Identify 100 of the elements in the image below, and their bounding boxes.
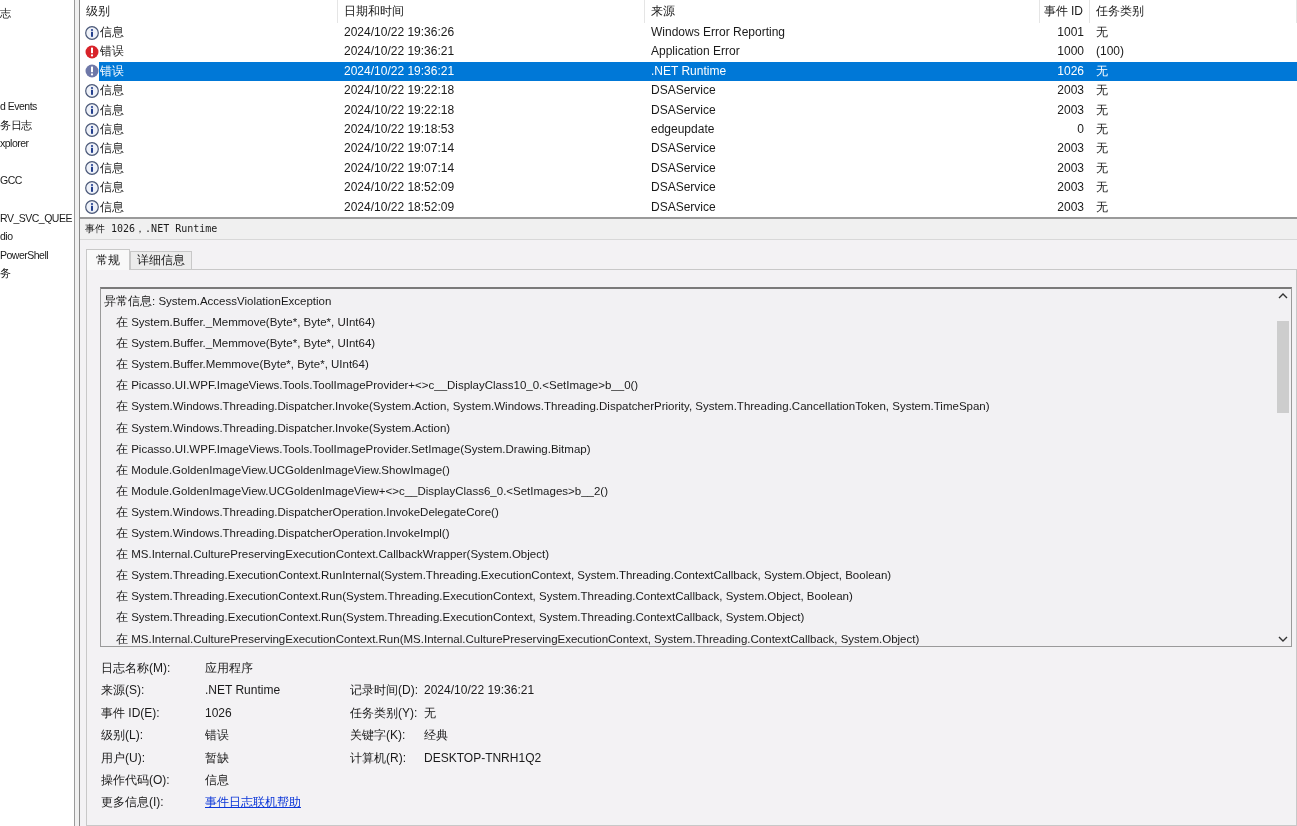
source-cell[interactable]: Application Error	[645, 42, 1040, 62]
date-cell[interactable]: 2024/10/22 19:18:53	[338, 119, 645, 140]
level-cell[interactable]: 信息	[80, 178, 338, 198]
task-cell[interactable]: 无	[1090, 119, 1297, 140]
tree-item[interactable]: 务日志	[0, 115, 32, 135]
description-line: 在 MS.Internal.CulturePreservingExecutionContext.Run(MS.Internal.CulturePreservingExecutionContext, System.Threading.ContextCallback, System.Object)	[115, 631, 921, 646]
column-header[interactable]: 级别	[80, 0, 338, 23]
date-cell[interactable]: 2024/10/22 19:36:21	[338, 61, 645, 82]
description-line: 在 System.Buffer._Memmove(Byte*, Byte*, UInt64)	[115, 315, 377, 331]
field-label: 事件 ID(E):	[101, 704, 161, 722]
source-cell[interactable]: DSAService	[645, 139, 1040, 159]
field-label: 更多信息(I):	[101, 794, 165, 812]
field-value: 应用程序	[205, 660, 254, 677]
task-cell[interactable]: 无	[1090, 197, 1297, 217]
event-id-cell[interactable]: 2003	[1040, 81, 1090, 101]
field-label: 日志名称(M):	[101, 660, 172, 677]
level-cell[interactable]: 信息	[80, 119, 338, 140]
help-link[interactable]: 事件日志联机帮助	[205, 793, 350, 812]
field-value: 2024/10/22 19:36:21	[424, 682, 536, 700]
event-id-cell[interactable]: 2003	[1040, 158, 1090, 179]
tree-item[interactable]: dio	[0, 227, 13, 247]
info-icon	[85, 200, 99, 215]
event-id-cell[interactable]: 2003	[1040, 100, 1090, 120]
field-value: 1026	[205, 704, 233, 722]
info-icon	[85, 25, 99, 40]
level-cell[interactable]: 信息	[80, 197, 338, 217]
level-cell[interactable]: 信息	[80, 100, 338, 120]
task-cell[interactable]: 无	[1090, 158, 1297, 179]
source-cell[interactable]: .NET Runtime	[645, 61, 1040, 82]
task-cell[interactable]: 无	[1090, 178, 1297, 198]
description-line: 在 System.Windows.Threading.DispatcherOperation.InvokeImpl()	[115, 526, 451, 542]
event-id-cell[interactable]: 2003	[1040, 139, 1090, 159]
level-cell[interactable]: 信息	[80, 158, 338, 179]
source-cell[interactable]: edgeupdate	[645, 119, 1040, 140]
task-cell[interactable]: 无	[1090, 23, 1297, 43]
tab[interactable]: 常规	[86, 249, 130, 270]
source-cell[interactable]: DSAService	[645, 100, 1040, 120]
tree-item[interactable]: RV_SVC_QUEE	[0, 208, 72, 228]
column-header[interactable]: 任务类别	[1090, 0, 1297, 23]
info-icon	[85, 103, 99, 118]
task-cell[interactable]: 无	[1090, 61, 1297, 82]
date-cell[interactable]: 2024/10/22 18:52:09	[338, 178, 645, 198]
column-header[interactable]: 日期和时间	[338, 0, 645, 23]
event-title: 事件 1026，.NET Runtime	[80, 219, 1297, 240]
level-cell[interactable]: 信息	[80, 81, 338, 101]
tab[interactable]: 详细信息	[130, 251, 192, 269]
source-cell[interactable]: DSAService	[645, 197, 1040, 217]
date-cell[interactable]: 2024/10/22 19:36:26	[338, 23, 645, 43]
description-line: 在 System.Threading.ExecutionContext.Run(System.Threading.ExecutionContext, System.Threading.ContextCallback, System.Object)	[115, 610, 806, 626]
tree-item[interactable]: PowerShell	[0, 245, 49, 265]
description-line: 在 System.Threading.ExecutionContext.Run(System.Threading.ExecutionContext, System.Threading.ContextCallback, System.Object, Boolean)	[115, 589, 854, 605]
source-cell[interactable]: DSAService	[645, 158, 1040, 179]
date-cell[interactable]: 2024/10/22 19:22:18	[338, 100, 645, 120]
task-cell[interactable]: 无	[1090, 100, 1297, 120]
date-cell[interactable]: 2024/10/22 19:07:14	[338, 139, 645, 159]
tree-item[interactable]: GCC	[0, 171, 22, 191]
event-id-cell[interactable]: 1026	[1040, 61, 1090, 82]
task-cell[interactable]: 无	[1090, 139, 1297, 159]
level-cell[interactable]: 信息	[80, 139, 338, 159]
field-value: 经典	[424, 727, 449, 745]
description-box[interactable]	[100, 287, 1292, 647]
error-icon	[85, 45, 99, 60]
date-cell[interactable]: 2024/10/22 19:07:14	[338, 158, 645, 179]
description-line: 在 System.Windows.Threading.Dispatcher.Invoke(System.Action, System.Windows.Threading.DispatcherPriority, System.Threading.CancellationToken, System.TimeSpan)	[115, 399, 991, 415]
description-line: 在 System.Windows.Threading.DispatcherOperation.InvokeDelegateCore()	[115, 504, 500, 520]
date-cell[interactable]: 2024/10/22 18:52:09	[338, 197, 645, 217]
column-header[interactable]: 事件 ID	[1040, 0, 1090, 23]
date-cell[interactable]: 2024/10/22 19:36:21	[338, 42, 645, 62]
tree-item[interactable]: 务	[0, 264, 11, 284]
description-line: 在 Picasso.UI.WPF.ImageViews.Tools.ToolImageProvider.SetImage(System.Drawing.Bitmap)	[115, 441, 592, 457]
event-id-cell[interactable]: 1001	[1040, 23, 1090, 43]
tree-item[interactable]: 志	[0, 4, 11, 23]
tree-item[interactable]: d Events	[0, 97, 37, 116]
source-cell[interactable]: DSAService	[645, 178, 1040, 198]
event-id-cell[interactable]: 2003	[1040, 197, 1090, 217]
description-line: 异常信息: System.AccessViolationException	[104, 294, 333, 309]
description-line: 在 Picasso.UI.WPF.ImageViews.Tools.ToolImageProvider+<>c__DisplayClass10_0.<SetImage>b__0()	[115, 378, 640, 394]
column-header[interactable]: 来源	[645, 0, 1040, 23]
source-cell[interactable]: DSAService	[645, 81, 1040, 101]
level-cell[interactable]: 信息	[80, 23, 338, 43]
info-icon	[85, 122, 99, 137]
tree-item[interactable]: xplorer	[0, 134, 29, 154]
source-cell[interactable]: Windows Error Reporting	[645, 23, 1040, 43]
event-id-cell[interactable]: 1000	[1040, 42, 1090, 62]
field-label: 用户(U):	[101, 749, 146, 767]
scroll-thumb[interactable]	[1277, 321, 1289, 413]
description-line: 在 System.Threading.ExecutionContext.RunInternal(System.Threading.ExecutionContext, System.Threading.ContextCallback, System.Object, Boolean)	[115, 568, 893, 584]
field-value: DESKTOP-TNRH1Q2	[424, 749, 542, 767]
field-label: 操作代码(O):	[101, 771, 171, 789]
level-cell[interactable]: 错误	[80, 42, 338, 62]
date-cell[interactable]: 2024/10/22 19:22:18	[338, 81, 645, 101]
event-id-cell[interactable]: 0	[1040, 119, 1090, 140]
field-value: 错误	[205, 727, 230, 745]
description-line: 在 System.Buffer._Memmove(Byte*, Byte*, UInt64)	[115, 336, 377, 352]
info-icon	[85, 180, 99, 195]
task-cell[interactable]: (100)	[1090, 42, 1297, 62]
description-line: 在 Module.GoldenImageView.UCGoldenImageView.ShowImage()	[115, 462, 451, 478]
event-id-cell[interactable]: 2003	[1040, 178, 1090, 198]
field-value: .NET Runtime	[205, 682, 282, 700]
task-cell[interactable]: 无	[1090, 81, 1297, 101]
